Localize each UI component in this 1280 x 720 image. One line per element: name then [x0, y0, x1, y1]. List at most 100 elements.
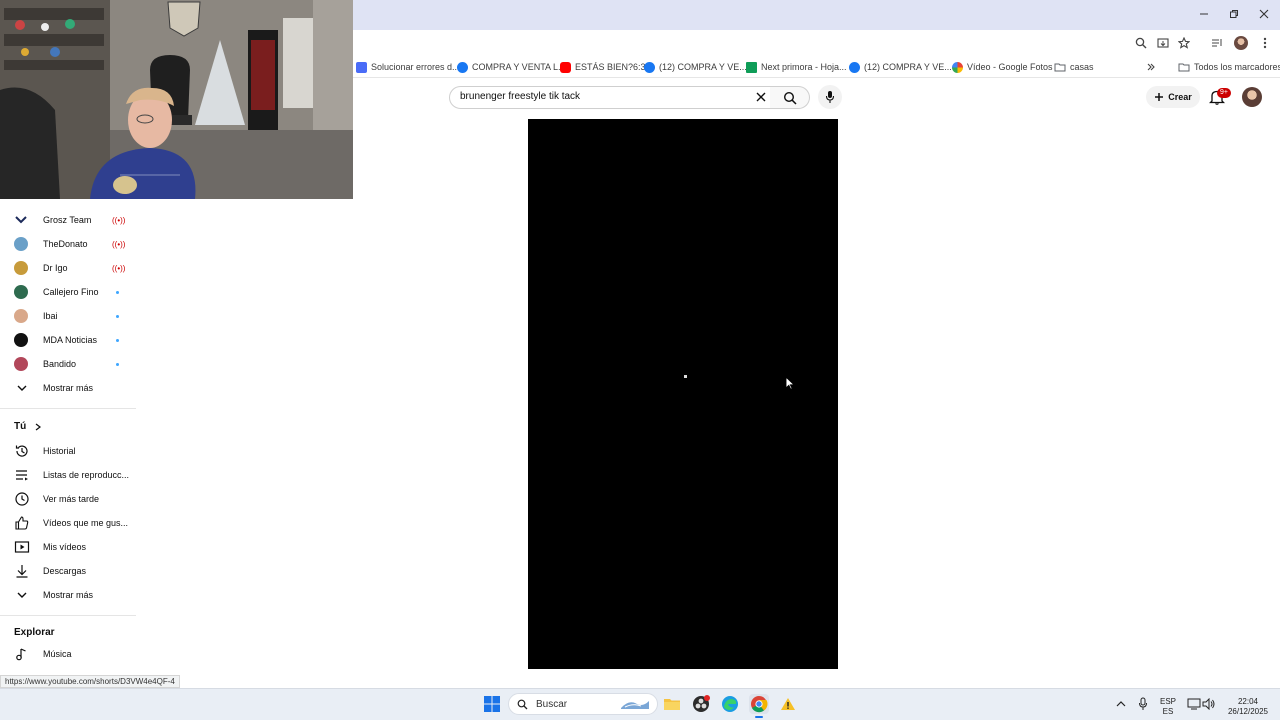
subscription-item[interactable]: Ibai [0, 304, 136, 328]
bookmark-label: ESTÁS BIEN?6:33 [575, 62, 651, 72]
close-icon [1259, 9, 1269, 19]
sidebar-item-watch-later[interactable]: Ver más tarde [0, 487, 136, 511]
sidebar-item-label: Descargas [43, 566, 87, 576]
channel-name: Callejero Fino [43, 287, 99, 297]
new-content-dot [116, 314, 119, 318]
bookmarks-overflow-button[interactable] [1146, 59, 1156, 75]
shorts-video-player[interactable] [528, 119, 838, 669]
clock-time: 22:04 [1237, 697, 1259, 706]
bookmark-label: COMPRA Y VENTA L... [472, 62, 566, 72]
sidebar-item-label: Vídeos que me gus... [43, 518, 129, 528]
zoom-icon[interactable] [1132, 34, 1150, 52]
folder-icon [1178, 63, 1190, 72]
bookmark-item[interactable]: ESTÁS BIEN?6:33 [560, 59, 651, 75]
chrome-icon [751, 696, 768, 713]
mouse-cursor [785, 376, 795, 390]
bookmark-label: Solucionar errores d... [371, 62, 460, 72]
voice-search-button[interactable] [818, 85, 842, 109]
link-status-bar: https://www.youtube.com/shorts/D3VW4e4QF… [0, 675, 180, 688]
sidebar-item-downloads[interactable]: Descargas [0, 559, 136, 583]
account-avatar[interactable] [1242, 87, 1262, 107]
volume-tray-button[interactable] [1199, 694, 1219, 714]
bookmark-item[interactable]: Vídeo - Google Fotos [952, 59, 1053, 75]
chrome-menu-icon[interactable] [1256, 34, 1274, 52]
subscription-item[interactable]: Grosz Team ((•)) [0, 208, 136, 232]
double-chevron-right-icon [1147, 63, 1155, 71]
channel-avatar [14, 261, 28, 275]
taskbar-search-placeholder: Buscar [536, 698, 568, 710]
channel-name: MDA Noticias [43, 335, 98, 345]
close-icon [756, 92, 766, 102]
chevron-down-icon [17, 592, 27, 598]
profile-avatar-icon[interactable] [1232, 34, 1250, 52]
facebook-icon [457, 61, 468, 73]
warning-icon [781, 698, 795, 710]
you-section-header[interactable]: Tú [14, 421, 42, 432]
sidebar-item-label: Mis vídeos [43, 542, 87, 552]
restore-icon [1230, 10, 1238, 18]
minimize-icon [1200, 13, 1208, 15]
bookmark-item[interactable]: COMPRA Y VENTA L... [457, 59, 566, 75]
file-explorer-button[interactable] [662, 694, 682, 714]
media-control-icon[interactable] [1208, 34, 1226, 52]
bookmark-label: (12) COMPRA Y VE... [659, 62, 747, 72]
sidebar-item-liked-videos[interactable]: Vídeos que me gus... [0, 511, 136, 535]
channel-name: Dr Igo [43, 263, 68, 273]
explore-section-title: Explorar [14, 627, 55, 638]
bookmark-item[interactable]: Next primora - Hoja... [746, 59, 847, 75]
search-icon [517, 699, 528, 709]
bookmark-folder[interactable]: casas [1054, 59, 1094, 75]
sidebar-item-history[interactable]: Historial [0, 439, 136, 463]
subscriptions-show-more-button[interactable]: Mostrar más [0, 376, 136, 400]
search-query-text[interactable]: brunenger freestyle tik tack [460, 91, 580, 102]
subscription-item[interactable]: Dr Igo ((•)) [0, 256, 136, 280]
microphone-tray-button[interactable] [1133, 694, 1153, 714]
clock[interactable]: 22:04 26/12/2025 [1222, 697, 1274, 717]
bookmark-item[interactable]: (12) COMPRA Y VE... [849, 59, 952, 75]
bookmark-star-icon[interactable] [1175, 34, 1193, 52]
restore-window-button[interactable] [1218, 0, 1250, 28]
chrome-browser-button[interactable] [749, 694, 769, 714]
folder-icon [1054, 63, 1066, 72]
chevron-up-icon [1116, 701, 1126, 707]
close-window-button[interactable] [1248, 0, 1280, 28]
sidebar-divider [0, 408, 136, 409]
loading-indicator [684, 375, 687, 378]
channel-avatar [14, 285, 28, 299]
warning-app-button[interactable] [778, 694, 798, 714]
bookmark-item[interactable]: (12) COMPRA Y VE... [644, 59, 747, 75]
google-photos-icon [952, 61, 963, 73]
clock-date: 26/12/2025 [1227, 707, 1269, 716]
youtube-icon [560, 61, 571, 73]
all-bookmarks-folder[interactable]: Todos los marcadores [1178, 59, 1280, 75]
taskbar-search-box[interactable]: Buscar [508, 693, 658, 715]
create-button[interactable]: Crear [1146, 86, 1200, 108]
sheets-icon [746, 61, 757, 73]
obs-studio-button[interactable] [691, 694, 711, 714]
bookmark-item[interactable]: Solucionar errores d... [356, 59, 460, 75]
thumbs-up-icon [15, 516, 29, 530]
search-highlight-icon [621, 701, 649, 709]
live-icon: ((•)) [112, 263, 126, 273]
chevron-right-icon [35, 423, 42, 430]
subscription-item[interactable]: MDA Noticias [0, 328, 136, 352]
input-language-indicator[interactable]: ESP ES [1155, 697, 1181, 717]
sidebar-item-my-videos[interactable]: Mis vídeos [0, 535, 136, 559]
clear-search-button[interactable] [753, 89, 769, 105]
sidebar-item-playlists[interactable]: Listas de reproducc... [0, 463, 136, 487]
subscription-item[interactable]: Callejero Fino [0, 280, 136, 304]
edge-browser-button[interactable] [720, 694, 740, 714]
install-app-icon[interactable] [1154, 34, 1172, 52]
live-icon: ((•)) [112, 215, 126, 225]
search-button[interactable] [770, 86, 810, 109]
subscription-item[interactable]: Bandido [0, 352, 136, 376]
subscription-item[interactable]: TheDonato ((•)) [0, 232, 136, 256]
start-button[interactable] [482, 694, 502, 714]
microphone-icon [825, 91, 835, 103]
you-show-more-button[interactable]: Mostrar más [0, 583, 136, 607]
minimize-window-button[interactable] [1188, 0, 1220, 28]
language-code: ESP [1159, 697, 1176, 706]
show-hidden-icons-button[interactable] [1111, 694, 1131, 714]
bookmark-label: (12) COMPRA Y VE... [864, 62, 952, 72]
sidebar-item-music[interactable]: Música [0, 642, 136, 666]
